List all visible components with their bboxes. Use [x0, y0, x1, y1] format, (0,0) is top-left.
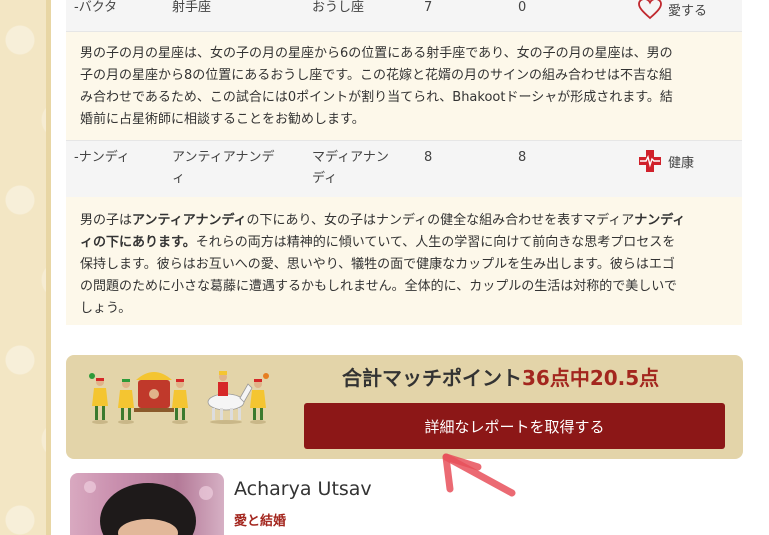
boy-nadi: アンティアナンデ [172, 150, 275, 165]
astrologer-specialty: 愛と結婚 [234, 514, 287, 529]
desc-line: 保持します。彼らはお互いへの愛、思いやり、犠牲の面で健康なカップルを生み出します… [80, 257, 675, 272]
desc-bold: アンティアナンディ [132, 213, 247, 228]
total-match-points: 合計マッチポイント36点中20.5点 [342, 362, 742, 391]
get-detailed-report-button[interactable]: 詳細なレポートを取得する [304, 403, 725, 449]
boy-sign: 射手座 [172, 0, 212, 15]
status-love: 愛する [638, 0, 707, 20]
table-row: -バクタ 射手座 おうし座 7 0 愛する [66, 0, 742, 32]
total-value: 36点中20.5点 [522, 366, 660, 390]
status-label: 愛する [668, 3, 708, 19]
girl-nadi-cont: ディ [312, 171, 338, 186]
avatar-photo [84, 481, 213, 535]
nadi-description: 男の子はアンティアナンディの下にあり、女の子はナンディの健全な組み合わせを表すマ… [66, 197, 742, 325]
desc-line: 男の子の月の星座は、女の子の月の星座から6の位置にある射手座であり、女の子の月の… [80, 46, 673, 61]
max-points: 8 [424, 150, 433, 165]
desc-line: 男の子はアンティアナンディの下にあり、女の子はナンディの健全な組み合わせを表すマ… [80, 210, 728, 232]
girl-nadi: マディアナン [312, 150, 389, 165]
max-points: 7 [424, 0, 433, 15]
desc-line: 婚前に占星術師に相談することをお勧めします。 [80, 112, 365, 127]
koota-name: -ナンディ [74, 150, 130, 165]
desc-text: 男の子は [80, 213, 133, 228]
astrologer-name[interactable]: Acharya Utsav [234, 478, 372, 500]
desc-bold: ィの下にあります。 [80, 235, 196, 250]
desc-text: それらの両方は精神的に傾いていて、人生の学習に向けて前向きな思考プロセスを [195, 235, 676, 250]
bhakoot-description: 男の子の月の星座は、女の子の月の星座から6の位置にある射手座であり、女の子の月の… [66, 32, 742, 140]
desc-line: の問題のために小さな葛藤に遭遇するかもしれません。全体的に、カップルの生活は対称… [80, 279, 677, 294]
obtained-points: 8 [518, 150, 527, 165]
obtained-points: 0 [518, 0, 527, 15]
desc-text: の下にあり、女の子はナンディの健全な組み合わせを表すマディア [246, 213, 635, 228]
total-label: 合計マッチポイント [342, 366, 522, 390]
health-cross-icon [639, 150, 661, 172]
desc-line: ィの下にあります。それらの両方は精神的に傾いていて、人生の学習に向けて前向きな思… [80, 232, 728, 254]
annotation-arrow-icon [442, 453, 516, 497]
wedding-procession-illustration [89, 371, 269, 424]
desc-bold: ナンディ [634, 213, 686, 228]
desc-line: 子の月の星座から8の位置にあるおうし座です。この花嫁と花婿の月のサインの組み合わ… [80, 68, 672, 83]
heart-outline-icon [638, 0, 662, 20]
status-health: 健康 [638, 149, 694, 173]
girl-sign: おうし座 [312, 0, 365, 15]
desc-line: み合わせであるため、この試合には0ポイントが割り当てられ、Bhakootドーシャ… [80, 90, 673, 105]
table-row: -ナンディ アンティアナンデ ィ マディアナン ディ 8 8 健康 [66, 140, 742, 198]
boy-nadi-cont: ィ [172, 171, 186, 186]
astrologer-avatar[interactable] [70, 473, 224, 535]
koota-name: -バクタ [74, 0, 118, 15]
status-label: 健康 [668, 155, 695, 171]
desc-line: しょう。 [80, 301, 132, 316]
